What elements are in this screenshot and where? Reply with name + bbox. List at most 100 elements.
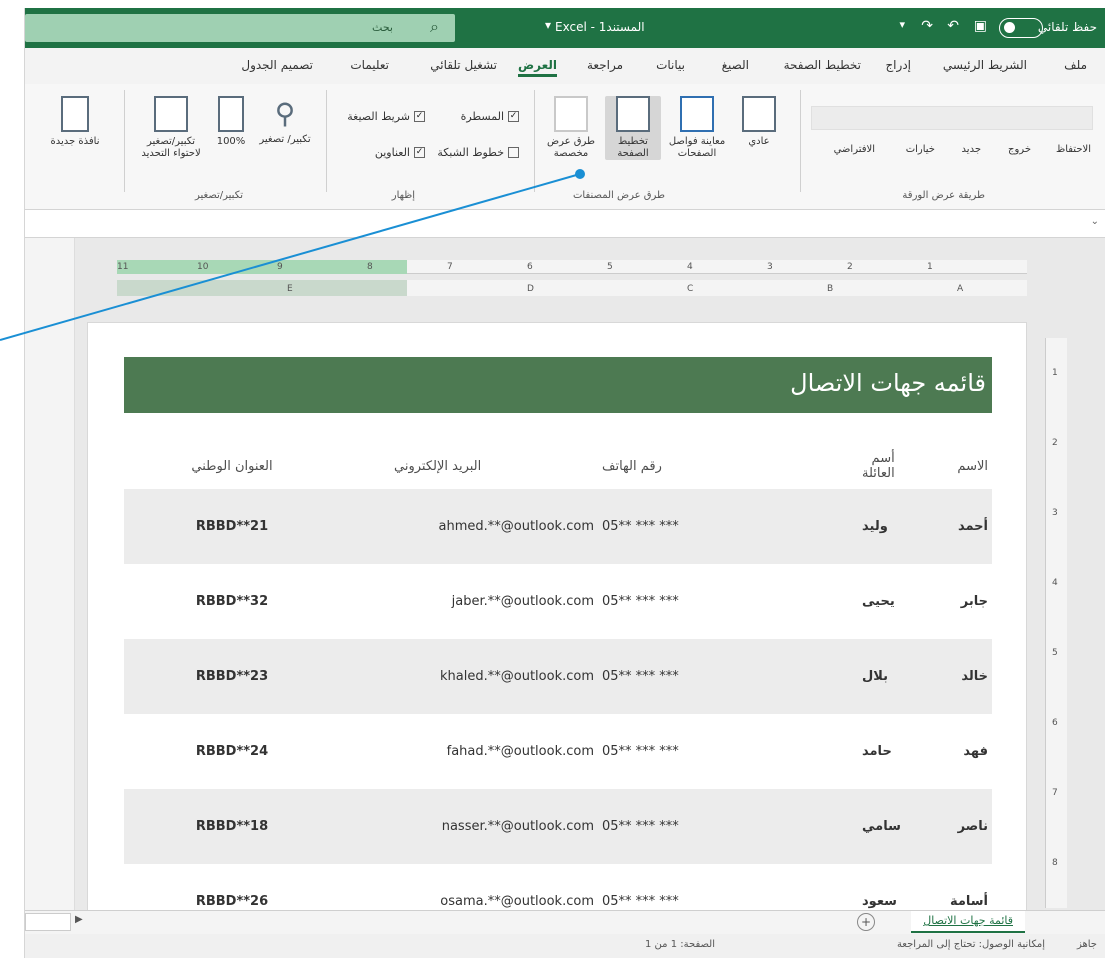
cell-phone[interactable]: 05** *** *** [602, 789, 742, 864]
ruler-checkbox[interactable]: ✓ المسطرة [461, 110, 519, 123]
tab-review[interactable]: مراجعة [587, 58, 623, 72]
sheet-tab-contacts[interactable]: قائمة جهات الاتصال [911, 911, 1025, 933]
cell-address[interactable]: RBBD**23 [132, 639, 332, 714]
header-family[interactable]: أسم العائلة [772, 443, 895, 489]
tab-table-design[interactable]: تصميم الجدول [241, 58, 313, 72]
cell-family[interactable]: سامي [772, 789, 901, 864]
cell-name[interactable]: ناصر [898, 789, 988, 864]
zoom-group-label: تكبير/تصغير [194, 190, 243, 201]
ruler-number: 7 [447, 262, 453, 272]
formula-bar-checkbox[interactable]: ✓ شريط الصيغة [347, 110, 425, 123]
cell-name[interactable]: جابر [898, 564, 988, 639]
cell-family[interactable]: حامد [772, 714, 892, 789]
ruler-number: 8 [367, 262, 373, 272]
column-header-highlight [117, 280, 407, 296]
cell-address[interactable]: RBBD**18 [132, 789, 332, 864]
sheet-view-keep: الاحتفاظ [1055, 144, 1091, 155]
cell-phone[interactable]: 05** *** *** [602, 564, 742, 639]
header-phone[interactable]: رقم الهاتف [602, 443, 742, 489]
cell-email[interactable]: ahmed.**@outlook.com [394, 489, 595, 564]
table-title: قائمه جهات الاتصال [790, 369, 986, 397]
tab-home[interactable]: الشريط الرئيسي [943, 58, 1027, 72]
row-number: 4 [1052, 578, 1058, 588]
accessibility-status[interactable]: إمكانية الوصول: تحتاج إلى المراجعة [897, 939, 1045, 950]
sheet-workarea: 11 10 9 8 7 6 5 4 3 2 1 E D C B A 1 2 3 … [25, 238, 1105, 922]
column-letter: A [957, 284, 964, 294]
table-row: جابر يحيى 05** *** *** jaber.**@outlook.… [124, 564, 992, 639]
cell-email[interactable]: khaled.**@outlook.com [394, 639, 594, 714]
left-panel [25, 238, 75, 910]
page-indicator: الصفحة: 1 من 1 [645, 939, 715, 950]
cell-address[interactable]: RBBD**24 [132, 714, 332, 789]
tab-insert[interactable]: إدراج [885, 58, 911, 72]
new-window-icon [61, 96, 89, 132]
title-dropdown-icon[interactable]: ▾ [545, 18, 551, 32]
tab-view[interactable]: العرض [518, 58, 557, 77]
cell-name[interactable]: أحمد [898, 489, 988, 564]
sheet-view-options: خيارات [905, 144, 935, 155]
new-window-button[interactable]: نافذة جديدة [45, 96, 105, 148]
zoom-100-icon [218, 96, 244, 132]
row-number: 2 [1052, 438, 1058, 448]
cell-address[interactable]: RBBD**21 [132, 489, 332, 564]
add-sheet-button[interactable]: + [857, 913, 875, 931]
header-email[interactable]: البريد الإلكتروني [394, 443, 594, 489]
sheet-tab-bar: قائمة جهات الاتصال + ▶ [25, 910, 1105, 934]
autosave-label: حفظ تلقائي [1037, 20, 1097, 34]
zoom-to-selection-button[interactable]: تكبير/تصغير لاحتواء التحديد [139, 96, 203, 160]
save-icon[interactable]: ▣ [974, 18, 987, 34]
autosave-toggle[interactable] [999, 18, 1043, 38]
search-box[interactable]: ⌕ بحث [25, 14, 455, 42]
cell-phone[interactable]: 05** *** *** [602, 489, 742, 564]
excel-window: حفظ تلقائي ▣ ↶ ↷ ▾ ▾ Excel - المستند1 ⌕ … [24, 8, 1105, 958]
table-header-row: الاسم أسم العائلة رقم الهاتف البريد الإل… [124, 443, 992, 489]
tab-formulas[interactable]: الصيغ [722, 58, 749, 72]
view-normal-button[interactable]: عادي [731, 96, 787, 148]
zoom-selection-label: تكبير/تصغير لاحتواء التحديد [141, 136, 201, 159]
divider [534, 90, 535, 192]
cell-name[interactable]: فهد [898, 714, 988, 789]
cell-email[interactable]: jaber.**@outlook.com [394, 564, 594, 639]
cell-family[interactable]: وليد [772, 489, 892, 564]
table-title-banner: قائمه جهات الاتصال [124, 357, 992, 413]
ribbon-tabs: ملف الشريط الرئيسي إدراج تخطيط الصفحة ال… [25, 48, 1105, 84]
show-group-label: إظهار [391, 190, 415, 201]
view-page-layout-button[interactable]: تخطيط الصفحة [605, 96, 661, 160]
view-custom-label: طرق عرض مخصصة [547, 136, 595, 159]
cell-family[interactable]: بلال [772, 639, 892, 714]
cell-email[interactable]: nasser.**@outlook.com [394, 789, 594, 864]
cell-phone[interactable]: 05** *** *** [602, 639, 742, 714]
scroll-right-icon[interactable]: ▶ [75, 914, 83, 925]
formula-bar[interactable]: ⌄ [25, 210, 1105, 238]
tab-data[interactable]: بيانات [656, 58, 685, 72]
cell-address[interactable]: RBBD**32 [132, 564, 332, 639]
redo-icon[interactable]: ↷ [921, 18, 933, 34]
row-number: 8 [1052, 858, 1058, 868]
vertical-ruler: 1 2 3 4 5 6 7 8 [1045, 338, 1067, 908]
cell-phone[interactable]: 05** *** *** [602, 714, 742, 789]
view-page-break-button[interactable]: معاينة فواصل الصفحات [667, 96, 727, 160]
tab-help[interactable]: تعليمات [350, 58, 389, 72]
sheet-view-group-label: طريقة عرض الورقة [902, 190, 985, 201]
gridlines-checkbox[interactable]: خطوط الشبكة [437, 146, 519, 159]
header-address[interactable]: العنوان الوطني [132, 443, 332, 489]
cell-name[interactable]: خالد [898, 639, 988, 714]
tab-automate[interactable]: تشغيل تلقائي [430, 58, 497, 72]
undo-icon[interactable]: ↶ [947, 18, 959, 34]
zoom-button[interactable]: ⚲ تكبير/ تصغير [257, 96, 313, 146]
cell-email[interactable]: fahad.**@outlook.com [394, 714, 594, 789]
cell-family[interactable]: يحيى [772, 564, 895, 639]
column-letter: C [687, 284, 694, 294]
tab-file[interactable]: ملف [1064, 58, 1087, 72]
unchecked-box-icon [508, 147, 519, 158]
expand-formula-bar-icon[interactable]: ⌄ [1091, 216, 1099, 227]
horizontal-scrollbar[interactable] [25, 913, 71, 931]
ruler-number: 5 [607, 262, 613, 272]
header-name[interactable]: الاسم [898, 443, 988, 489]
check-icon: ✓ [508, 111, 519, 122]
customize-qat-icon[interactable]: ▾ [899, 18, 905, 31]
tab-page-layout[interactable]: تخطيط الصفحة [784, 58, 861, 72]
page-break-icon [680, 96, 714, 132]
zoom-100-button[interactable]: 100% [203, 96, 259, 148]
headings-checkbox[interactable]: ✓ العناوين [375, 146, 425, 159]
